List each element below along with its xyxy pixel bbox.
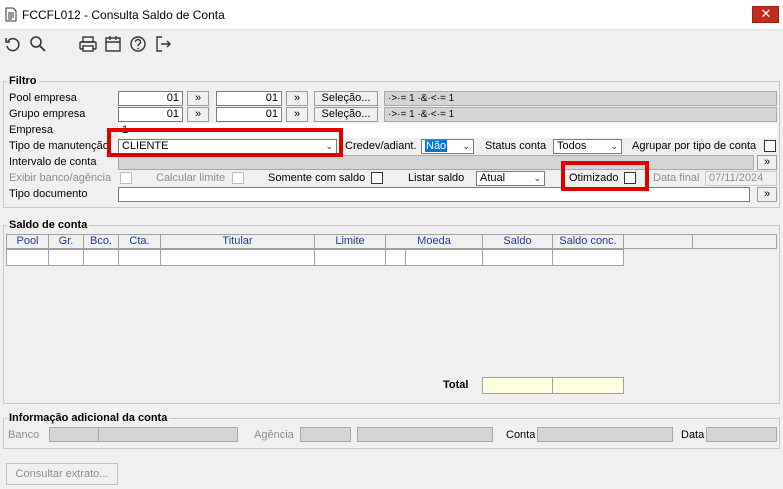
table-cell[interactable] — [385, 249, 406, 266]
grupo-arrow-button[interactable]: » — [187, 107, 209, 122]
credev-select[interactable]: Não ⌄ — [421, 139, 474, 154]
table-cell[interactable] — [552, 249, 624, 266]
total-saldo-field — [482, 377, 553, 394]
agrupar-checkbox[interactable] — [764, 140, 776, 152]
listar-select[interactable]: Atual ⌄ — [476, 171, 545, 186]
info-title: Informação adicional da conta — [7, 412, 170, 424]
highlight-otimizado — [561, 161, 649, 191]
chevron-down-icon: ⌄ — [533, 173, 541, 183]
calendar-icon[interactable] — [103, 34, 123, 54]
somente-checkbox[interactable] — [371, 172, 383, 184]
consultar-extrato-button[interactable]: Consultar extrato... — [6, 463, 118, 485]
tipo-documento-input[interactable] — [118, 187, 750, 202]
highlight-tipo-manutencao — [107, 128, 343, 157]
data-field — [706, 427, 777, 442]
status-conta-label: Status conta — [485, 140, 547, 152]
tipo-documento-label: Tipo documento — [9, 188, 88, 200]
listar-value: Atual — [480, 172, 506, 184]
document-icon — [5, 7, 17, 22]
close-icon: ✕ — [760, 6, 772, 21]
col-extra-1[interactable] — [623, 234, 693, 249]
conta-field — [537, 427, 673, 442]
col-limite[interactable]: Limite — [314, 234, 386, 249]
help-icon[interactable] — [128, 34, 148, 54]
chevron-down-icon: ⌄ — [462, 141, 470, 151]
agrupar-label: Agrupar por tipo de conta — [632, 140, 757, 152]
calcular-label: Calcular limite — [156, 172, 226, 184]
refresh-icon[interactable] — [3, 34, 23, 54]
table-cell[interactable] — [118, 249, 161, 266]
title-bar: FCCFL012 - Consulta Saldo de Conta ✕ — [0, 0, 783, 30]
intervalo-label: Intervalo de conta — [9, 156, 97, 168]
listar-label: Listar saldo — [408, 172, 465, 184]
somente-label: Somente com saldo — [268, 172, 366, 184]
grupo-label: Grupo empresa — [9, 108, 86, 120]
banco-field-1 — [49, 427, 99, 442]
col-conta[interactable]: Cta. — [118, 234, 161, 249]
col-titular[interactable]: Titular — [160, 234, 315, 249]
table-cell[interactable] — [6, 249, 49, 266]
status-conta-value: Todos — [557, 140, 587, 152]
col-saldo[interactable]: Saldo — [482, 234, 553, 249]
credev-value: Não — [425, 140, 448, 152]
close-button[interactable]: ✕ — [752, 6, 779, 23]
col-banco[interactable]: Bco. — [83, 234, 119, 249]
banco-label: Banco — [8, 429, 40, 441]
empresa-label: Empresa — [9, 124, 54, 136]
chevron-down-icon: ⌄ — [610, 141, 618, 151]
table-cell[interactable] — [160, 249, 315, 266]
print-icon[interactable] — [78, 34, 98, 54]
pool-label: Pool empresa — [9, 92, 77, 104]
pool-selecao-button[interactable]: Seleção... — [314, 91, 378, 106]
tipo-documento-arrow-button[interactable]: » — [757, 187, 777, 202]
table-cell[interactable] — [405, 249, 483, 266]
total-saldo-conc-field — [552, 377, 624, 394]
banco-field-2 — [98, 427, 238, 442]
agencia-field-2 — [357, 427, 493, 442]
calcular-checkbox[interactable] — [232, 172, 244, 184]
grupo-to-input[interactable]: 01 — [216, 107, 282, 122]
grupo-selecao-button[interactable]: Seleção... — [314, 107, 378, 122]
saldo-title: Saldo de conta — [7, 219, 90, 231]
pool-to-arrow-button[interactable]: » — [286, 91, 308, 106]
pool-arrow-button[interactable]: » — [187, 91, 209, 106]
col-moeda[interactable]: Moeda — [385, 234, 483, 249]
grupo-range-display: ·>·= 1 ·&·<·= 1 — [384, 107, 777, 122]
pool-from-input[interactable]: 01 — [118, 91, 183, 106]
total-label: Total — [443, 379, 469, 391]
table-cell[interactable] — [314, 249, 386, 266]
search-icon[interactable] — [28, 34, 48, 54]
grupo-to-arrow-button[interactable]: » — [286, 107, 308, 122]
exibir-label: Exibir banco/agência — [9, 172, 112, 184]
col-grupo[interactable]: Gr. — [48, 234, 84, 249]
table-cell[interactable] — [48, 249, 84, 266]
pool-range-display: ·>·= 1 ·&·<·= 1 — [384, 91, 777, 106]
data-final-label: Data final — [653, 172, 700, 184]
filtro-title: Filtro — [7, 75, 39, 87]
col-saldo-conc[interactable]: Saldo conc. — [552, 234, 624, 249]
intervalo-display — [118, 155, 754, 170]
conta-label: Conta — [506, 429, 536, 441]
tipo-manutencao-label: Tipo de manutenção — [9, 140, 109, 152]
data-final-input[interactable]: 07/11/2024 — [705, 171, 777, 186]
window-title: FCCFL012 - Consulta Saldo de Conta — [22, 8, 225, 22]
col-extra-2[interactable] — [692, 234, 777, 249]
agencia-label: Agência — [254, 429, 294, 441]
exibir-checkbox[interactable] — [120, 172, 132, 184]
table-cell[interactable] — [83, 249, 119, 266]
grupo-from-input[interactable]: 01 — [118, 107, 183, 122]
credev-label: Credev/adiant. — [345, 140, 417, 152]
exit-icon[interactable] — [153, 34, 173, 54]
data-label: Data — [681, 429, 705, 441]
pool-to-input[interactable]: 01 — [216, 91, 282, 106]
intervalo-arrow-button[interactable]: » — [757, 155, 777, 170]
agencia-field-1 — [300, 427, 351, 442]
table-cell[interactable] — [482, 249, 553, 266]
col-pool[interactable]: Pool — [6, 234, 49, 249]
status-conta-select[interactable]: Todos ⌄ — [553, 139, 622, 154]
